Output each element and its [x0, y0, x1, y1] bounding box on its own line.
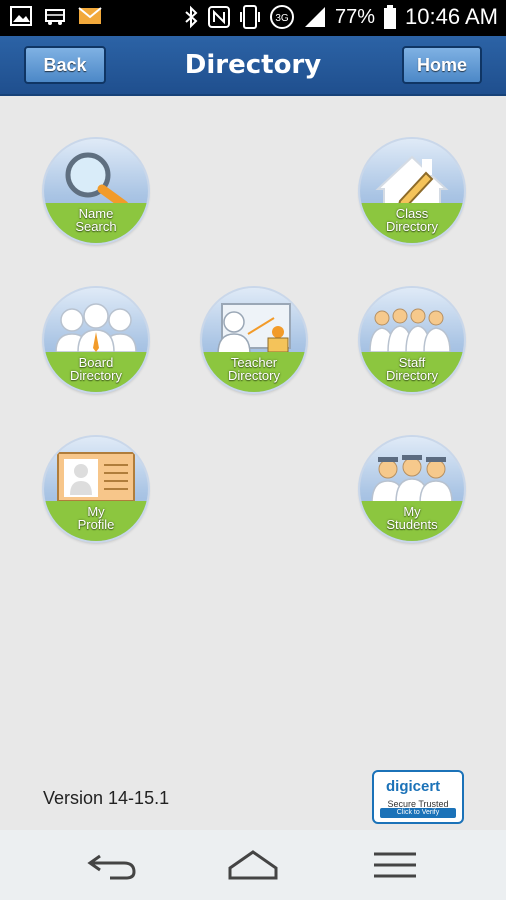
board-directory-button[interactable]: Board Directory: [44, 288, 148, 392]
battery-icon: [384, 5, 397, 29]
status-bar: 3G 77% 10:46 AM: [0, 0, 506, 36]
tile-label: Teacher Directory: [227, 355, 280, 383]
back-nav-icon[interactable]: [86, 848, 138, 882]
clock: 10:46 AM: [405, 4, 498, 29]
network-icon: 3G: [270, 5, 295, 29]
digicert-logo: digicert: [386, 778, 441, 795]
signal-icon: [305, 7, 326, 27]
system-nav-bar: [0, 830, 506, 900]
vibrate-icon: [240, 5, 261, 29]
svg-text:3G: 3G: [275, 13, 289, 24]
tile-label: Name Search: [75, 206, 117, 234]
tile-label: Staff Directory: [385, 355, 438, 383]
battery-percent: 77%: [335, 5, 376, 28]
nfc-icon: [208, 6, 231, 28]
app-header: Back Directory Home: [0, 36, 506, 96]
home-button[interactable]: Home: [402, 46, 482, 84]
teacher-directory-button[interactable]: Teacher Directory: [202, 288, 306, 392]
mail-icon: [78, 7, 102, 24]
image-icon: [10, 6, 32, 26]
home-nav-icon[interactable]: [226, 848, 280, 882]
staff-directory-button[interactable]: Staff Directory: [360, 288, 464, 392]
tile-label: My Profile: [77, 504, 115, 532]
menu-nav-icon[interactable]: [372, 848, 418, 882]
my-profile-button[interactable]: My Profile: [44, 437, 148, 541]
tile-label: My Students: [386, 504, 438, 532]
my-students-button[interactable]: My Students: [360, 437, 464, 541]
class-directory-button[interactable]: Class Directory: [360, 139, 464, 243]
digicert-verify: Click to Verify: [380, 808, 456, 818]
version-text: Version 14-15.1: [43, 788, 170, 808]
bus-icon: [45, 9, 65, 25]
tile-label: Class Directory: [385, 206, 438, 234]
tile-label: Board Directory: [69, 355, 122, 383]
bluetooth-icon: [185, 5, 198, 29]
digicert-badge[interactable]: digicert Secure Trusted Click to Verify: [372, 770, 464, 824]
name-search-button[interactable]: Name Search: [44, 139, 148, 243]
